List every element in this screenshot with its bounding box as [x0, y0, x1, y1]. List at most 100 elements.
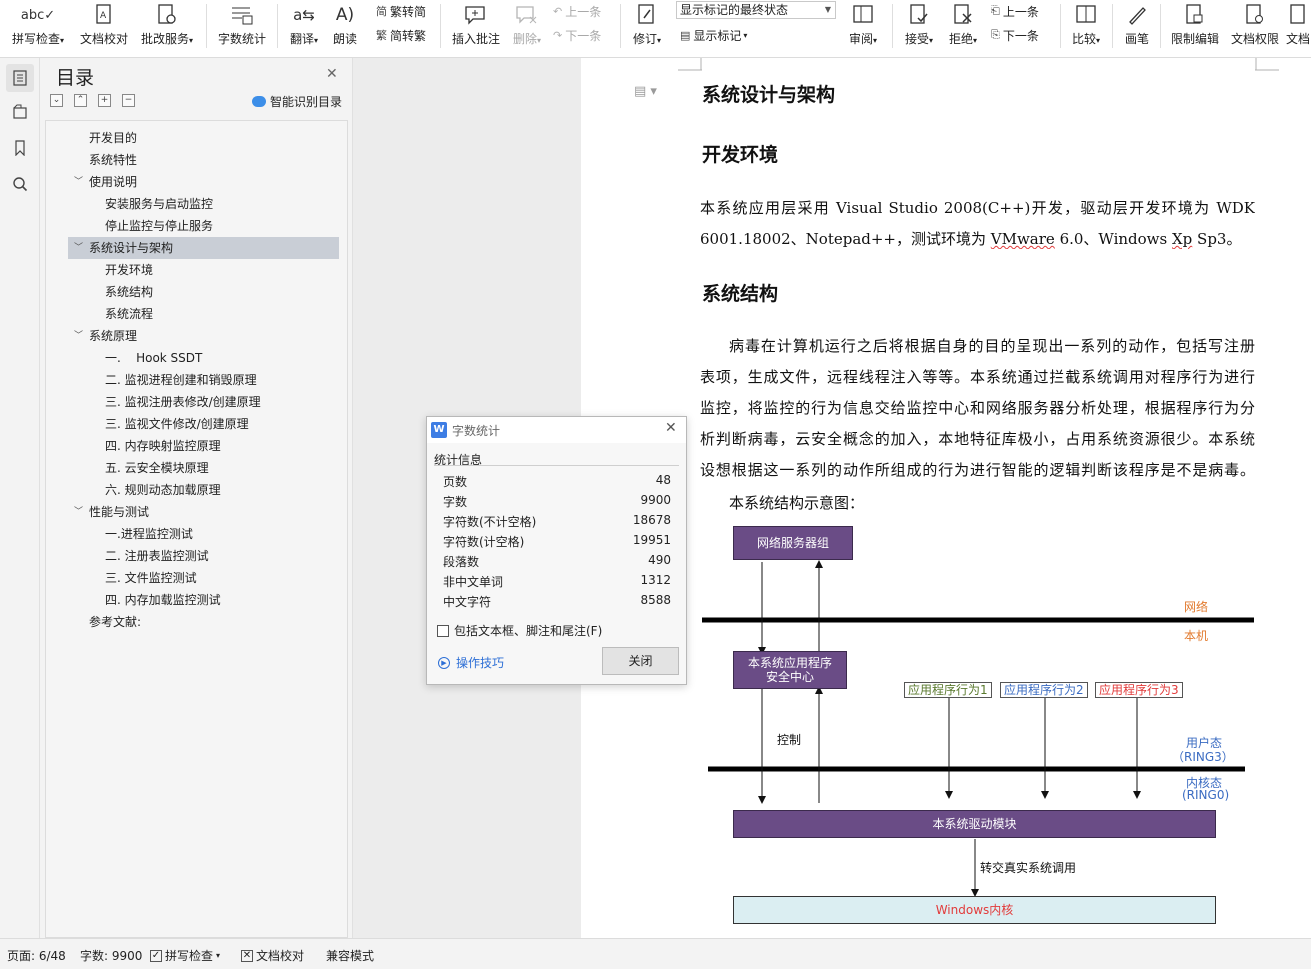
toc-item[interactable]: 一. Hook SSDT: [68, 347, 339, 369]
security-center-box: 本系统应用程序 安全中心: [733, 651, 847, 689]
reject-button[interactable]: 拒绝▾: [943, 0, 983, 50]
accept-button[interactable]: 接受▾: [899, 0, 939, 50]
dialog-title-bar[interactable]: W 字数统计 ✕: [427, 417, 686, 443]
close-icon[interactable]: ✕: [665, 420, 677, 436]
toc-item[interactable]: 三. 监视文件修改/创建原理: [68, 413, 339, 435]
stat-row: 段落数 490: [443, 553, 671, 569]
next-comment-button[interactable]: ↷ 下一条: [553, 26, 601, 44]
add-heading-icon[interactable]: +: [98, 94, 111, 107]
review-button[interactable]: 审阅▾: [843, 0, 883, 50]
chevron-down-icon[interactable]: ﹀: [74, 171, 83, 193]
bookmark-button[interactable]: [6, 134, 34, 162]
prev-revision-button[interactable]: ⎗ 上一条: [991, 2, 1039, 20]
toc-item[interactable]: 三. 监视注册表修改/创建原理: [68, 391, 339, 413]
doc-proof-button[interactable]: A 文档校对: [78, 0, 130, 50]
toc-item[interactable]: 停止监控与停止服务: [68, 215, 339, 237]
paragraph-line: 表项，生成文件，远程线程注入等等。本系统通过拦截系统调用对程序行为进行: [700, 368, 1255, 386]
close-icon[interactable]: ✕: [326, 66, 338, 82]
doc-permission-button[interactable]: 文档权限: [1228, 0, 1282, 50]
stat-row: 非中文单词 1312: [443, 573, 671, 589]
tips-link[interactable]: ▶ 操作技巧: [438, 654, 504, 671]
toc-item[interactable]: 一.进程监控测试: [68, 523, 339, 545]
reject-icon: [950, 2, 976, 28]
toc-item[interactable]: 二. 监视进程创建和销毁原理: [68, 369, 339, 391]
simplified-icon: 繁: [376, 29, 387, 42]
markup-state-select[interactable]: 显示标记的最终状态 ▼: [676, 1, 836, 19]
expand-all-icon[interactable]: ⌃: [74, 94, 87, 107]
smart-toc-button[interactable]: 智能识别目录: [252, 93, 342, 110]
ribbon-separator: [620, 4, 621, 48]
doc-more-button[interactable]: 文档: [1286, 0, 1311, 50]
batch-service-button[interactable]: 批改服务▾: [137, 0, 197, 50]
toc-item[interactable]: ﹀ 使用说明: [68, 171, 339, 193]
margin-mark: [1255, 58, 1279, 71]
delete-comment-button[interactable]: 删除▾: [508, 0, 546, 50]
toc-item[interactable]: 系统特性: [68, 149, 339, 171]
compare-button[interactable]: 比较▾: [1066, 0, 1106, 50]
ribbon-separator: [1060, 4, 1061, 48]
to-traditional-button[interactable]: 简繁转简: [376, 2, 426, 20]
chapter-nav-button[interactable]: [6, 98, 34, 126]
prev-comment-button[interactable]: ↶ 上一条: [553, 2, 601, 20]
next-revision-button[interactable]: ⎘ 下一条: [991, 26, 1039, 44]
chevron-down-icon[interactable]: ﹀: [74, 501, 83, 523]
show-markup-button[interactable]: ▤ 显示标记 ▾: [680, 26, 747, 44]
checkbox[interactable]: [437, 624, 449, 637]
close-button[interactable]: 关闭: [602, 647, 679, 675]
toc-tab-button[interactable]: [6, 64, 34, 92]
toc-item[interactable]: 二. 注册表监控测试: [68, 545, 339, 567]
ring0-label: (RING0): [1182, 788, 1230, 802]
paragraph-line: 本系统应用层采用 Visual Studio 2008(C++)开发，驱动层开发…: [700, 199, 1255, 217]
word-count-button[interactable]: 字数统计: [215, 0, 269, 50]
search-button[interactable]: [6, 170, 34, 198]
prev-icon: ↶: [553, 4, 563, 18]
app-behavior-1: 应用程序行为1: [904, 682, 992, 698]
collapse-all-icon[interactable]: ⌄: [50, 94, 63, 107]
next-revision-icon: ⎘: [991, 28, 1000, 41]
insert-comment-button[interactable]: 插入批注: [450, 0, 502, 50]
toc-item[interactable]: 系统结构: [68, 281, 339, 303]
page-indicator[interactable]: 页面: 6/48: [7, 947, 66, 964]
doc-proof-status[interactable]: ✕ 文档校对: [241, 947, 304, 964]
paragraph-layout-icon[interactable]: ▤ ▾: [634, 84, 657, 99]
svg-text:A: A: [100, 11, 107, 21]
doc-more-icon: [1286, 2, 1311, 28]
toc-item[interactable]: 安装服务与启动监控: [68, 193, 339, 215]
status-bar: 页面: 6/48 字数: 9900 ✓ 拼写检查 ▾ ✕ 文档校对 兼容模式: [0, 938, 1311, 969]
revise-icon: [634, 2, 660, 28]
chevron-down-icon: ▼: [824, 5, 831, 14]
toc-item-selected[interactable]: ﹀ 系统设计与架构: [68, 237, 339, 259]
toc-item[interactable]: ﹀ 系统原理: [68, 325, 339, 347]
pen-button[interactable]: 画笔: [1120, 0, 1154, 50]
toc-item[interactable]: 系统流程: [68, 303, 339, 325]
heading-system-design: 系统设计与架构: [702, 84, 836, 106]
stat-row: 中文字符 8588: [443, 593, 671, 609]
toc-item[interactable]: 六. 规则动态加载原理: [68, 479, 339, 501]
stat-row: 字符数(不计空格) 18678: [443, 513, 671, 529]
toc-item[interactable]: 四. 内存加载监控测试: [68, 589, 339, 611]
toc-item[interactable]: 五. 云安全模块原理: [68, 457, 339, 479]
read-aloud-button[interactable]: A) 朗读: [328, 0, 362, 50]
toc-item[interactable]: 四. 内存映射监控原理: [68, 435, 339, 457]
word-count-indicator[interactable]: 字数: 9900: [80, 947, 142, 964]
app-behavior-2: 应用程序行为2: [1000, 682, 1088, 698]
paragraph-line: 本系统结构示意图：: [729, 494, 865, 512]
doc-permission-icon: [1242, 2, 1268, 28]
chevron-down-icon[interactable]: ﹀: [74, 325, 83, 347]
compat-mode-indicator: 兼容模式: [326, 949, 375, 963]
restrict-edit-button[interactable]: 限制编辑: [1168, 0, 1222, 50]
to-simplified-button[interactable]: 繁简转繁: [376, 26, 426, 44]
spell-check-status[interactable]: ✓ 拼写检查 ▾: [150, 947, 220, 964]
chevron-down-icon[interactable]: ﹀: [74, 237, 83, 259]
translate-button[interactable]: a⇆ 翻译▾: [284, 0, 324, 50]
spell-check-button[interactable]: abc✓ 拼写检查▾: [8, 0, 68, 50]
revise-button[interactable]: 修订▾: [627, 0, 667, 50]
toc-item[interactable]: 开发目的: [68, 127, 339, 149]
include-textbox-checkbox[interactable]: 包括文本框、脚注和尾注(F): [437, 622, 602, 639]
driver-module-box: 本系统驱动模块: [733, 810, 1216, 838]
toc-item[interactable]: 参考文献:: [68, 611, 339, 633]
toc-item[interactable]: 开发环境: [68, 259, 339, 281]
toc-item[interactable]: 三. 文件监控测试: [68, 567, 339, 589]
toc-item[interactable]: ﹀ 性能与测试: [68, 501, 339, 523]
remove-heading-icon[interactable]: −: [122, 94, 135, 107]
